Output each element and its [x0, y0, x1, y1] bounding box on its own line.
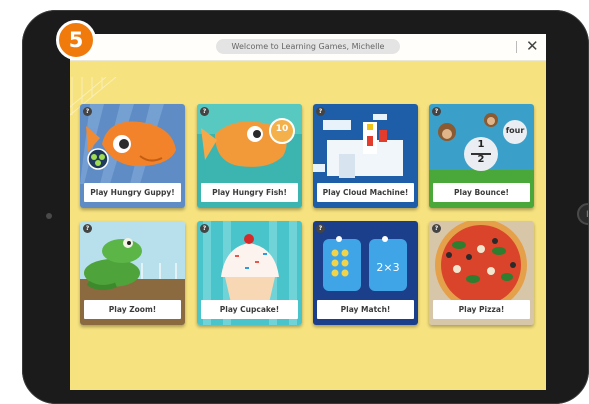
help-icon[interactable]: ?	[200, 224, 209, 233]
app-screen: Welcome to Learning Games, Michelle ✕	[70, 34, 546, 390]
game-card-bounce[interactable]: ? 1 2 four Play Bounce!	[429, 104, 534, 208]
play-button[interactable]: Play Cloud Machine!	[317, 183, 414, 202]
game-card-hungry-guppy[interactable]: ? Play Hungry Guppy!	[80, 104, 185, 208]
help-icon[interactable]: ?	[200, 107, 209, 116]
play-button[interactable]: Play Cupcake!	[201, 300, 298, 319]
help-icon[interactable]: ?	[432, 107, 441, 116]
help-icon[interactable]: ?	[432, 224, 441, 233]
play-button[interactable]: Play Hungry Guppy!	[84, 183, 181, 202]
game-card-zoom[interactable]: ? Play Zoom!	[80, 221, 185, 325]
play-button[interactable]: Play Zoom!	[84, 300, 181, 319]
home-button[interactable]: D	[577, 203, 589, 225]
fraction-denominator: 2	[477, 154, 485, 165]
game-card-hungry-fish[interactable]: ? 10 Play Hungry Fish!	[197, 104, 302, 208]
help-icon[interactable]: ?	[83, 224, 92, 233]
play-button[interactable]: Play Hungry Fish!	[201, 183, 298, 202]
fraction-numerator: 1	[477, 139, 485, 150]
help-icon[interactable]: ?	[316, 224, 325, 233]
play-button[interactable]: Play Pizza!	[433, 300, 530, 319]
header-divider	[516, 41, 517, 53]
close-icon[interactable]: ✕	[526, 36, 539, 56]
welcome-message: Welcome to Learning Games, Michelle	[216, 39, 400, 54]
play-button[interactable]: Play Match!	[317, 300, 414, 319]
game-card-cupcake[interactable]: ? Play Cupcake!	[197, 221, 302, 325]
number-word: four	[505, 126, 525, 135]
step-badge: 5	[56, 20, 96, 60]
number-bubble: 10	[275, 124, 289, 134]
play-button[interactable]: Play Bounce!	[433, 183, 530, 202]
help-icon[interactable]: ?	[83, 107, 92, 116]
game-card-cloud-machine[interactable]: ? Play Cloud Machine!	[313, 104, 418, 208]
game-card-pizza[interactable]: ? Play Pizza!	[429, 221, 534, 325]
game-card-match[interactable]: ? 2×3 Play Match!	[313, 221, 418, 325]
help-icon[interactable]: ?	[316, 107, 325, 116]
top-bar: Welcome to Learning Games, Michelle ✕	[70, 34, 546, 61]
camera-dot	[46, 213, 52, 219]
multiplication-card: 2×3	[376, 261, 400, 274]
